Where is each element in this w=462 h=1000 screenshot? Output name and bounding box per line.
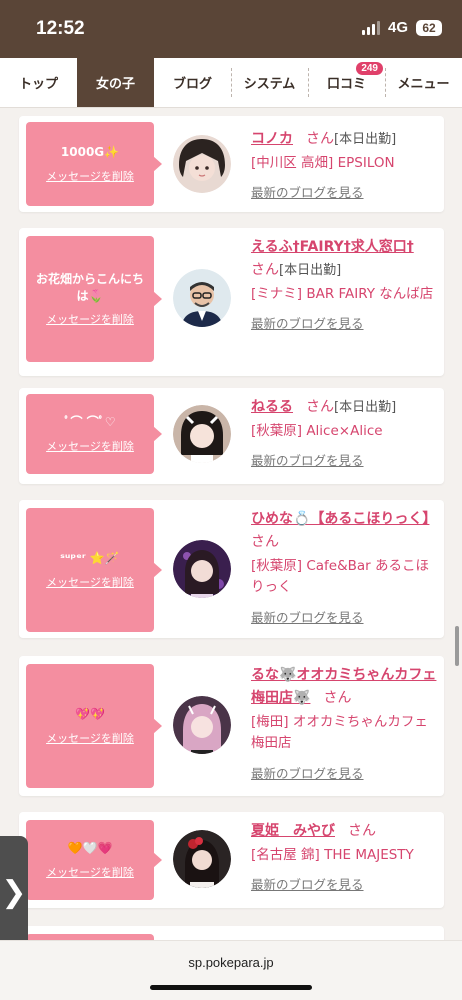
shop-name: [梅田] オオカミちゃんカフェ梅田店 — [251, 713, 428, 752]
honorific: さん — [306, 399, 335, 415]
message-bubble: お花畑からこんにちは🌷 メッセージを削除 — [26, 236, 162, 362]
message-bubble: ˢᵘᵖᵉʳ ⭐️🪄 メッセージを削除 — [26, 508, 162, 632]
shop-name: [ミナミ] BAR FAIRY なんば店 — [251, 285, 434, 302]
message-text: ﾟ⌒ ⌒ﾟ♡ — [64, 415, 116, 430]
girl-info: ひめな💍【あるこほりっく】 さん [秋葉原] Cafe&Bar あるこほりっく … — [251, 508, 439, 626]
avatar[interactable] — [173, 405, 231, 463]
side-panel-toggle[interactable]: ❯ — [0, 836, 28, 948]
attendance-status: [本日出勤] — [279, 262, 342, 278]
shop-name: [名古屋 錦] THE MAJESTY — [251, 846, 414, 863]
list-item: 1000G✨ メッセージを削除 コノカ さん[本日出勤] [中川区 高畑] EP… — [19, 116, 444, 212]
honorific: さん — [323, 689, 352, 706]
status-indicators: 4G 62 — [361, 19, 442, 36]
girl-info: 夏姫 みやび さん [名古屋 錦] THE MAJESTY 最新のブログを見る — [251, 820, 439, 893]
message-text: ˢᵘᵖᵉʳ ⭐️🪄 — [60, 551, 120, 566]
list-item: ﾟ⌒ ⌒ﾟ♡ メッセージを削除 ねるる さん[本日出勤] [秋葉原] Alice… — [19, 388, 444, 484]
girl-info: コノカ さん[本日出勤] [中川区 高畑] EPSILON 最新のブログを見る — [251, 128, 439, 201]
avatar[interactable] — [173, 135, 231, 193]
home-indicator[interactable] — [150, 985, 312, 990]
message-text: 💖💖 — [75, 707, 105, 722]
message-bubble: 1000G✨ メッセージを削除 — [26, 122, 162, 206]
delete-message-link[interactable]: メッセージを削除 — [46, 864, 134, 880]
nav-item-reviews[interactable]: 口コミ 249 — [308, 58, 385, 107]
delete-message-link[interactable]: メッセージを削除 — [46, 311, 134, 327]
latest-blog-link[interactable]: 最新のブログを見る — [251, 874, 439, 893]
network-type: 4G — [387, 19, 408, 36]
avatar[interactable] — [173, 540, 231, 598]
honorific: さん — [251, 533, 279, 550]
girl-name-link[interactable]: コノカ — [251, 131, 293, 147]
girl-name-link[interactable]: ねるる — [251, 399, 293, 415]
message-text: お花畑からこんにちは🌷 — [35, 271, 144, 303]
message-bubble: 🧡🤍💗 メッセージを削除 — [26, 820, 162, 900]
main-nav: トップ 女の子 ブログ システム 口コミ 249 メニュー — [0, 58, 462, 108]
signal-icon — [361, 20, 380, 35]
nav-item-girls[interactable]: 女の子 — [77, 58, 154, 107]
nav-item-menu[interactable]: メニュー — [385, 58, 462, 107]
nav-item-top[interactable]: トップ — [0, 58, 77, 107]
message-text: 1000G✨ — [60, 145, 120, 160]
girls-list: 1000G✨ メッセージを削除 コノカ さん[本日出勤] [中川区 高畑] EP… — [0, 108, 462, 948]
delete-message-link[interactable]: メッセージを削除 — [46, 438, 134, 454]
list-item: 🧡🤍💗 メッセージを削除 夏姫 みやび さん [名古屋 錦] THE MAJES… — [19, 812, 444, 908]
latest-blog-link[interactable]: 最新のブログを見る — [251, 313, 439, 332]
chevron-right-icon: ❯ — [1, 874, 27, 910]
scroll-indicator[interactable] — [455, 626, 459, 666]
girl-name-link[interactable]: ひめな💍【あるこほりっく】 — [251, 511, 429, 527]
shop-name: [秋葉原] Cafe&Bar あるこほりっく — [251, 557, 429, 596]
url-text[interactable]: sp.pokepara.jp — [0, 955, 462, 970]
girl-info: ねるる さん[本日出勤] [秋葉原] Alice×Alice 最新のブログを見る — [251, 396, 439, 469]
latest-blog-link[interactable]: 最新のブログを見る — [251, 182, 439, 201]
list-item: ˢᵘᵖᵉʳ ⭐️🪄 メッセージを削除 ひめな💍【あるこほりっく】 さん [秋葉原… — [19, 500, 444, 638]
message-bubble: ﾟ⌒ ⌒ﾟ♡ メッセージを削除 — [26, 394, 162, 474]
girl-info: るな🐺オオカミちゃんカフェ梅田店🐺 さん [梅田] オオカミちゃんカフェ梅田店 … — [251, 664, 439, 782]
avatar[interactable] — [173, 830, 231, 888]
delete-message-link[interactable]: メッセージを削除 — [46, 168, 134, 184]
message-bubble: 💖💖 メッセージを削除 — [26, 664, 162, 788]
honorific: さん — [251, 261, 279, 278]
status-time: 12:52 — [36, 18, 85, 39]
girl-name-link[interactable]: 夏姫 みやび — [251, 823, 335, 839]
attendance-status: [本日出勤] — [334, 132, 397, 147]
shop-name: [秋葉原] Alice×Alice — [251, 422, 383, 439]
browser-url-bar[interactable]: sp.pokepara.jp — [0, 940, 462, 1000]
nav-item-system[interactable]: システム — [231, 58, 308, 107]
girl-info: えるふ†FAIRY†求人窓口† さん[本日出勤] [ミナミ] BAR FAIRY… — [251, 236, 439, 332]
list-item: 💖💖 メッセージを削除 るな🐺オオカミちゃんカフェ梅田店🐺 さん [梅田] オオ… — [19, 656, 444, 796]
honorific: さん — [348, 823, 377, 839]
delete-message-link[interactable]: メッセージを削除 — [46, 574, 134, 590]
latest-blog-link[interactable]: 最新のブログを見る — [251, 607, 439, 626]
message-text: 🧡🤍💗 — [67, 841, 113, 856]
avatar[interactable] — [173, 696, 231, 754]
honorific: さん — [306, 131, 335, 147]
latest-blog-link[interactable]: 最新のブログを見る — [251, 763, 439, 782]
status-bar: 12:52 4G 62 — [0, 0, 462, 58]
delete-message-link[interactable]: メッセージを削除 — [46, 730, 134, 746]
attendance-status: [本日出勤] — [334, 400, 397, 415]
battery-icon: 62 — [416, 19, 442, 36]
list-item: お花畑からこんにちは🌷 メッセージを削除 えるふ†FAIRY†求人窓口† さん[… — [19, 228, 444, 376]
reviews-count-badge: 249 — [356, 62, 383, 75]
nav-item-blog[interactable]: ブログ — [154, 58, 231, 107]
girl-name-link[interactable]: えるふ†FAIRY†求人窓口† — [251, 239, 414, 255]
latest-blog-link[interactable]: 最新のブログを見る — [251, 450, 439, 469]
avatar[interactable] — [173, 269, 231, 327]
shop-name: [中川区 高畑] EPSILON — [251, 154, 395, 171]
